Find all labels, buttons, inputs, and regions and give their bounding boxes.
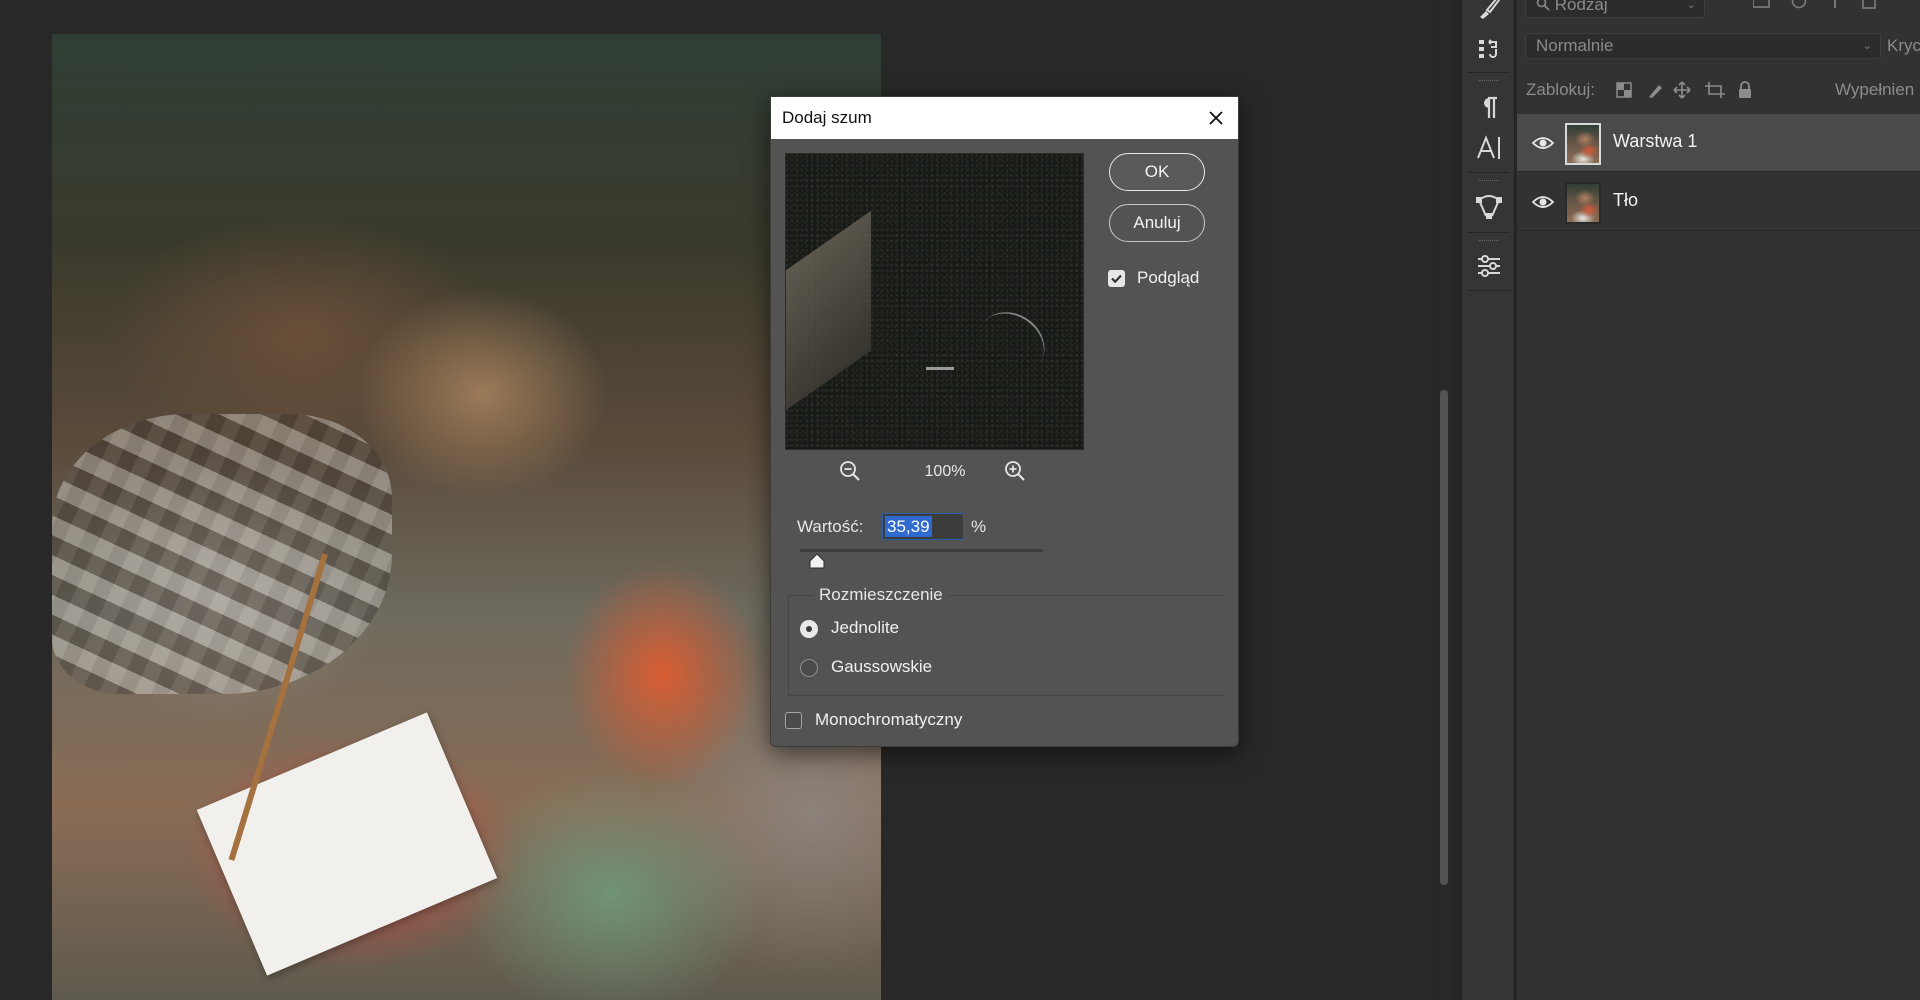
radio-uniform-label[interactable]: Jednolite [831, 618, 899, 638]
fill-label: Wypełnien [1835, 80, 1915, 99]
zoom-out-icon[interactable] [838, 459, 862, 483]
amount-unit: % [971, 517, 987, 536]
lock-position-icon [1673, 81, 1691, 99]
preview-checkbox[interactable] [1108, 270, 1125, 287]
canvas-vertical-scrollbar[interactable] [1437, 0, 1451, 1000]
image-sketchbook-region [196, 712, 498, 976]
amount-input[interactable]: 35,39 [882, 513, 964, 540]
amount-label: Wartość: [797, 517, 864, 536]
radio-gaussian-label[interactable]: Gaussowskie [831, 657, 932, 677]
layer-thumbnail [1565, 182, 1601, 224]
add-noise-dialog: Dodaj szum 100% OK Anuluj Podgląd Wartoś… [770, 96, 1239, 747]
lock-label: Zablokuj: [1526, 80, 1595, 99]
amount-value: 35,39 [885, 516, 932, 537]
lock-all-icon [1739, 81, 1751, 98]
layer-name[interactable]: Warstwa 1 [1613, 131, 1697, 152]
cancel-button[interactable]: Anuluj [1109, 204, 1205, 242]
layer-row-warstwa-1[interactable]: Warstwa 1 [1517, 114, 1920, 172]
monochromatic-checkbox[interactable] [785, 712, 802, 729]
dialog-titlebar[interactable]: Dodaj szum [771, 97, 1238, 139]
radio-uniform[interactable] [800, 620, 818, 638]
close-icon[interactable] [1202, 104, 1230, 132]
monochromatic-checkbox-label[interactable]: Monochromatyczny [815, 710, 962, 730]
preview-highlight-region [786, 210, 871, 418]
dialog-title: Dodaj szum [782, 108, 872, 127]
preview-checkbox-label[interactable]: Podgląd [1137, 268, 1199, 288]
brush-settings-icon[interactable] [1462, 0, 1516, 28]
layer-filter-icons [1752, 0, 1913, 17]
paths-icon[interactable] [1462, 187, 1516, 227]
character-icon[interactable] [1462, 128, 1516, 168]
amount-slider-track[interactable] [800, 549, 1043, 552]
panel-icon-strip [1461, 0, 1515, 1000]
layer-name[interactable]: Tło [1613, 190, 1638, 211]
layer-filter-kind-value: Rodzaj [1554, 0, 1608, 14]
distribution-group [788, 595, 1225, 696]
blend-mode-value: Normalnie [1536, 36, 1614, 55]
amount-slider-thumb[interactable] [808, 553, 826, 569]
document-image[interactable] [52, 34, 881, 1000]
distribution-legend: Rozmieszczenie [813, 585, 949, 605]
layer-thumbnail [1565, 123, 1601, 165]
layer-row-tlo[interactable]: Tło [1517, 173, 1920, 231]
zoom-in-icon[interactable] [1003, 459, 1027, 483]
chevron-down-icon: ⌄ [1686, 0, 1696, 11]
preview-stroke-region [926, 367, 954, 370]
filter-preview[interactable] [785, 153, 1084, 450]
clone-source-icon[interactable] [1462, 29, 1516, 69]
lock-artboard-icon [1705, 82, 1725, 98]
lock-row: Zablokuj: Wypełnien [1517, 78, 1920, 102]
image-blanket-region [52, 414, 392, 694]
checkmark-icon [1111, 274, 1122, 284]
paragraph-icon[interactable] [1462, 88, 1516, 128]
ok-button[interactable]: OK [1109, 153, 1205, 191]
layers-panel: Rodzaj ⌄ Normalnie ⌄ Kryc Zablokuj: Wype… [1517, 0, 1920, 1000]
radio-gaussian[interactable] [800, 659, 818, 677]
lock-image-pixels-icon [1649, 85, 1662, 98]
chevron-down-icon: ⌄ [1862, 40, 1872, 52]
eye-icon[interactable] [1532, 192, 1554, 212]
preview-curve-region [965, 299, 1057, 389]
properties-icon[interactable] [1462, 246, 1516, 286]
lock-transparent-pixels-icon [1616, 82, 1632, 98]
eye-icon[interactable] [1532, 133, 1554, 153]
scrollbar-thumb[interactable] [1440, 390, 1448, 885]
blend-mode-dropdown[interactable]: Normalnie ⌄ [1525, 33, 1881, 59]
search-icon [1536, 0, 1550, 11]
opacity-label: Kryc [1887, 36, 1920, 55]
zoom-level: 100% [924, 463, 966, 480]
layer-filter-kind-dropdown[interactable]: Rodzaj ⌄ [1525, 0, 1705, 18]
